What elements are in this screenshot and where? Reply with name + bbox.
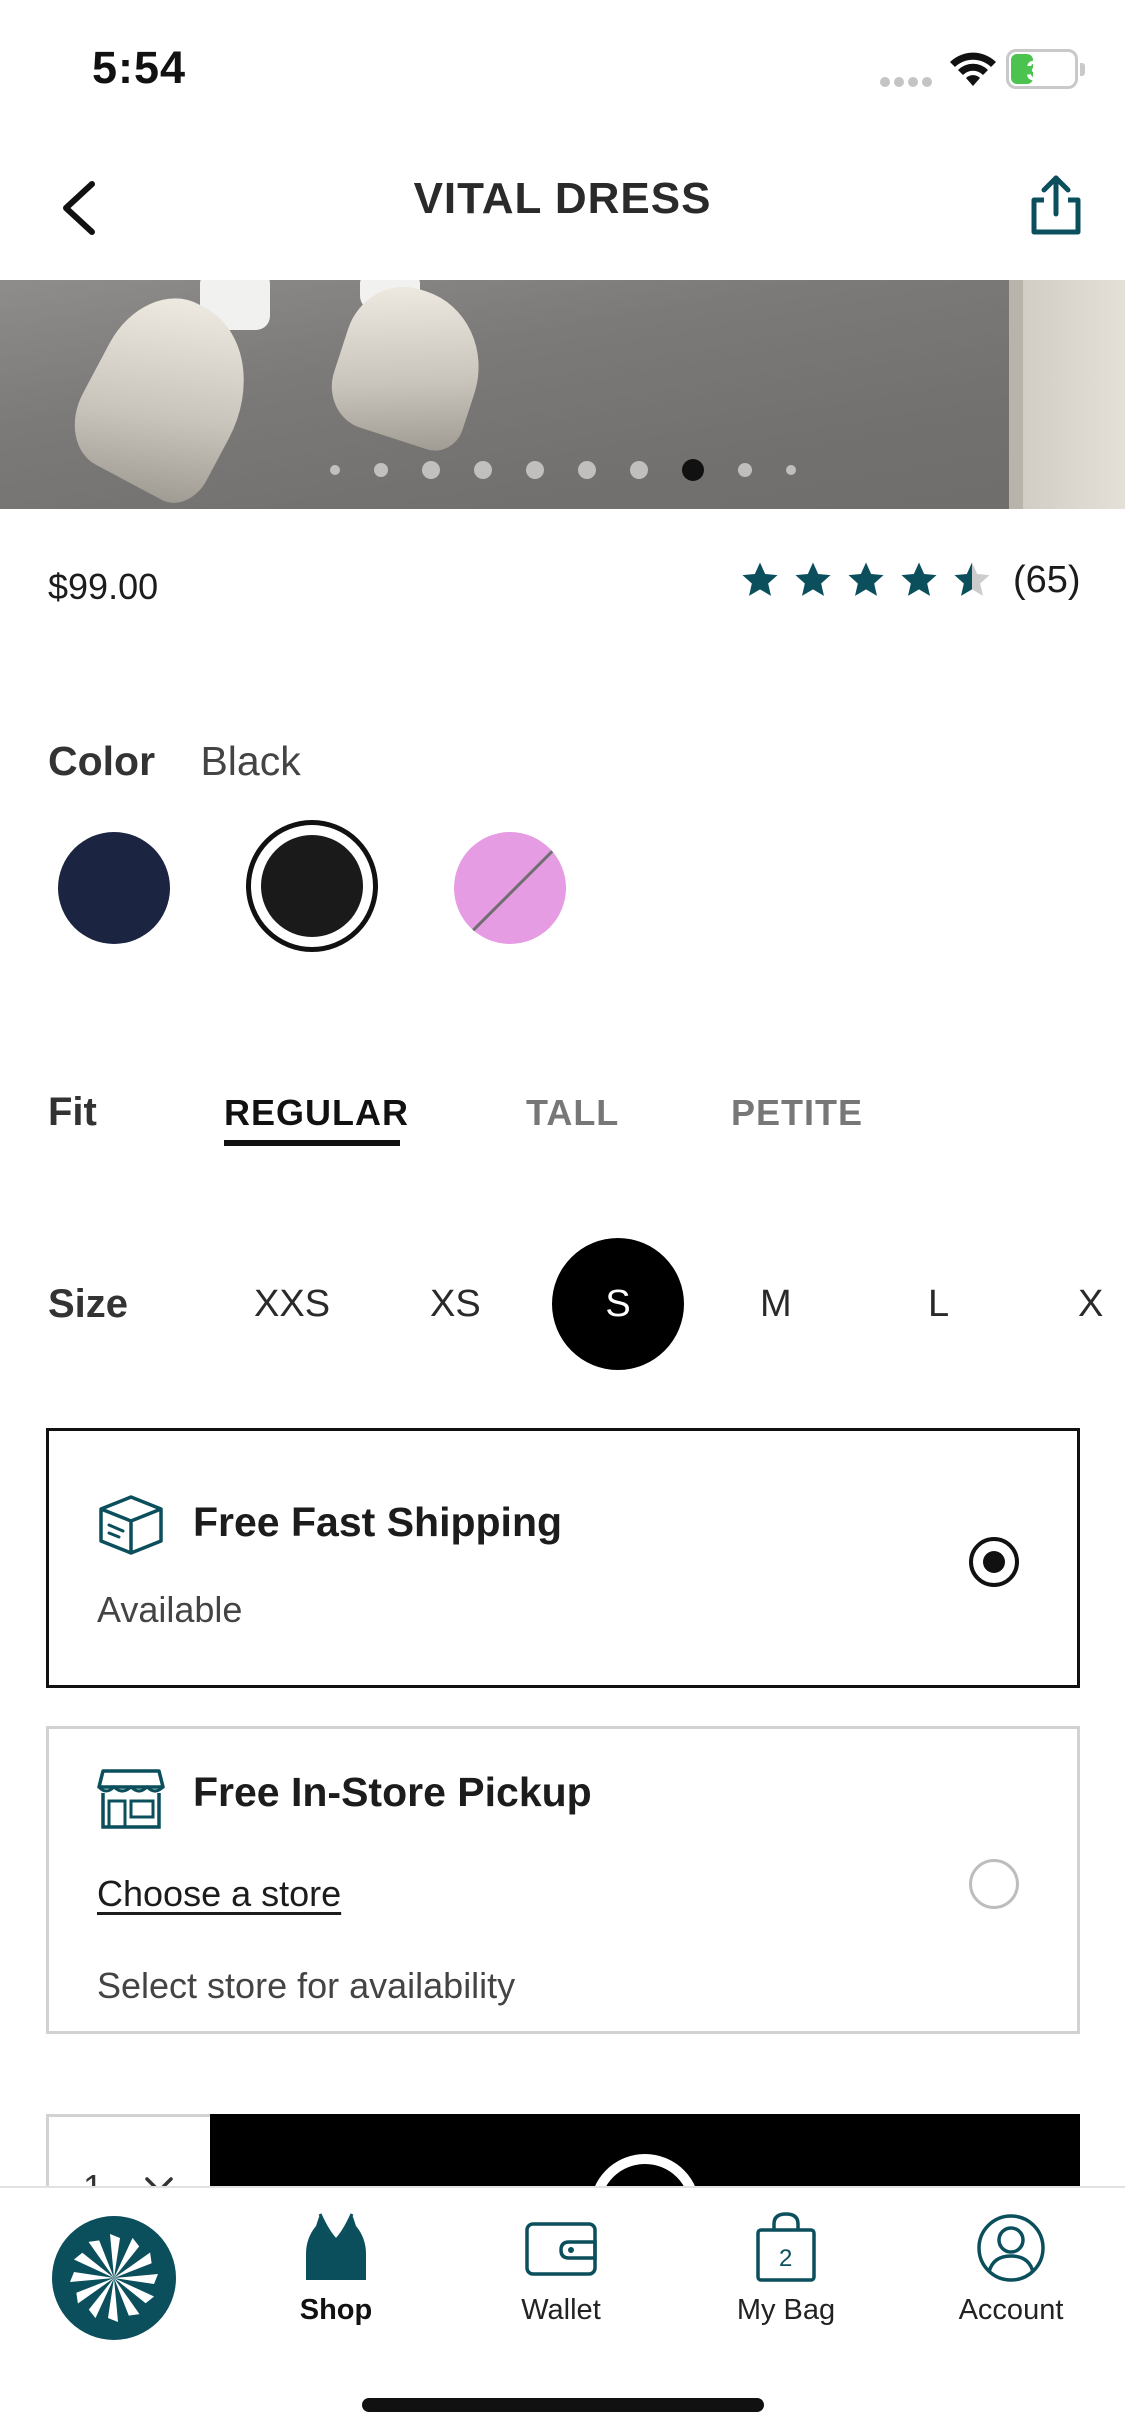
size-option-m[interactable]: M [760,1283,792,1326]
color-label: Color [48,738,156,784]
choose-store-link[interactable]: Choose a store [97,1873,341,1915]
tab-my-bag[interactable]: 2 My Bag [686,2210,886,2327]
color-swatch-black [261,835,363,937]
pickup-status: Select store for availability [97,1965,516,2006]
size-label: Size [48,1282,129,1326]
fit-label: Fit [48,1090,97,1134]
status-bar: 5:54 36 [0,0,1125,140]
carousel-dots[interactable] [0,459,1125,481]
carousel-dot[interactable] [737,463,752,477]
tab-shop[interactable]: Shop [236,2210,436,2327]
bag-icon: 2 [756,2212,816,2282]
battery-icon: 36 [1006,49,1085,89]
fit-tab-regular[interactable]: REGULAR [224,1092,409,1134]
shipping-title: Free Fast Shipping [193,1499,563,1545]
fit-tab-tall[interactable]: TALL [526,1092,619,1134]
star-icon [742,562,778,596]
star-icon [901,562,937,596]
tab-wallet-label: Wallet [521,2294,601,2326]
share-icon[interactable] [1026,174,1086,238]
pickup-radio[interactable] [969,1859,1019,1909]
page-title: VITAL DRESS [413,174,712,223]
tab-bar: Shop Wallet 2 My Bag Account [0,2186,1125,2436]
star-half-icon [954,562,990,596]
size-option-l[interactable]: L [928,1283,949,1326]
store-icon [97,1769,165,1829]
tab-account[interactable]: Account [911,2210,1111,2327]
tab-wallet[interactable]: Wallet [461,2210,661,2327]
nav-header: VITAL DRESS [0,140,1125,280]
wallet-icon [525,2222,597,2276]
product-rating[interactable]: (65) [740,555,1081,605]
tab-account-label: Account [958,2294,1064,2326]
star-icon [795,562,831,596]
shipping-radio[interactable] [969,1537,1019,1587]
sports-bra-icon [306,2213,366,2280]
carousel-dot-active[interactable] [681,459,704,481]
brand-logo-button[interactable] [52,2216,176,2340]
status-time: 5:54 [92,42,187,93]
fit-tab-petite[interactable]: PETITE [731,1092,863,1134]
color-swatch-black-selected[interactable] [246,820,378,952]
fit-tab-underline [224,1140,400,1146]
carousel-dot[interactable] [785,465,796,475]
battery-percent: 36 [1026,55,1058,86]
rating-count: (65) [1013,558,1081,601]
tab-my-bag-label: My Bag [736,2294,836,2326]
color-swatch-navy[interactable] [58,832,170,944]
size-option-xs[interactable]: XS [430,1283,481,1326]
wifi-icon [950,52,996,86]
size-option-xl[interactable]: X [1078,1283,1103,1326]
pickup-option-card[interactable]: Free In-Store Pickup Choose a store Sele… [46,1726,1080,2034]
size-option-xxs[interactable]: XXS [254,1283,330,1326]
account-icon [977,2214,1045,2282]
hero-image-shoe [320,280,500,458]
bag-badge-count: 2 [779,2245,792,2272]
carousel-dot[interactable] [525,461,544,479]
shipping-option-card[interactable]: Free Fast Shipping Available [46,1428,1080,1688]
product-price: $99.00 [48,566,159,607]
shipping-box-icon [99,1495,163,1555]
tab-shop-label: Shop [299,2294,373,2326]
carousel-dot[interactable] [473,461,492,479]
carousel-dot[interactable] [577,461,596,479]
color-row: Color Black [48,738,301,785]
color-swatch-pink-unavailable[interactable] [454,832,566,944]
pickup-title: Free In-Store Pickup [193,1769,592,1815]
home-indicator [362,2398,764,2412]
carousel-dot[interactable] [373,463,388,477]
size-option-s-selected[interactable]: S [552,1238,684,1370]
carousel-dot[interactable] [629,461,648,479]
color-selected-value: Black [200,738,301,784]
shipping-status: Available [97,1589,243,1630]
product-image-carousel[interactable] [0,280,1125,509]
cellular-signal-icon [880,74,938,87]
star-icon [848,562,884,596]
carousel-dot[interactable] [421,461,440,479]
pinwheel-logo-icon [70,2234,158,2322]
carousel-dot[interactable] [329,465,340,475]
